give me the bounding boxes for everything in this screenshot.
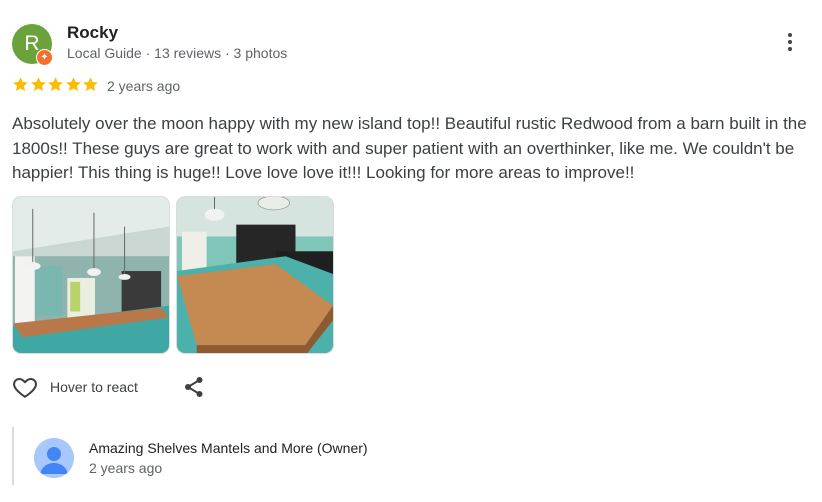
review-photo-1[interactable] bbox=[12, 196, 170, 354]
star-icon bbox=[65, 77, 81, 92]
three-dot-vertical-icon bbox=[778, 33, 802, 51]
kitchen-island-photo-2 bbox=[177, 197, 333, 353]
reply-divider bbox=[12, 427, 14, 485]
author-meta[interactable]: Local Guide · 13 reviews · 3 photos bbox=[67, 45, 287, 61]
share-button[interactable] bbox=[182, 375, 206, 399]
owner-reply-time: 2 years ago bbox=[89, 460, 163, 476]
author-meta-photos: 3 photos bbox=[233, 45, 288, 61]
default-person-avatar bbox=[34, 438, 74, 478]
react-label: Hover to react bbox=[50, 379, 138, 395]
meta-separator: · bbox=[141, 45, 155, 61]
star-icon bbox=[48, 77, 63, 92]
meta-separator: · bbox=[221, 45, 234, 61]
review-text: Absolutely over the moon happy with my n… bbox=[12, 114, 807, 182]
author-meta-reviews: 13 reviews bbox=[154, 45, 222, 61]
local-guide-star-icon: ✦ bbox=[36, 49, 53, 66]
owner-avatar bbox=[34, 438, 74, 478]
owner-reply-name: Amazing Shelves Mantels and More (Owner) bbox=[89, 440, 368, 456]
author-name[interactable]: Rocky bbox=[67, 23, 118, 43]
author-meta-guide: Local Guide bbox=[67, 45, 142, 61]
review-time: 2 years ago bbox=[107, 78, 181, 94]
star-rating bbox=[12, 76, 100, 96]
star-icon bbox=[83, 77, 98, 92]
review-photo-2[interactable] bbox=[176, 196, 334, 354]
star-icon bbox=[13, 77, 28, 92]
star-icon bbox=[30, 77, 46, 92]
heart-outline-icon bbox=[13, 377, 37, 398]
kitchen-island-photo-1 bbox=[13, 197, 169, 353]
react-button[interactable]: Hover to react bbox=[12, 374, 138, 400]
share-icon bbox=[185, 377, 203, 397]
more-options-button[interactable] bbox=[778, 30, 802, 58]
